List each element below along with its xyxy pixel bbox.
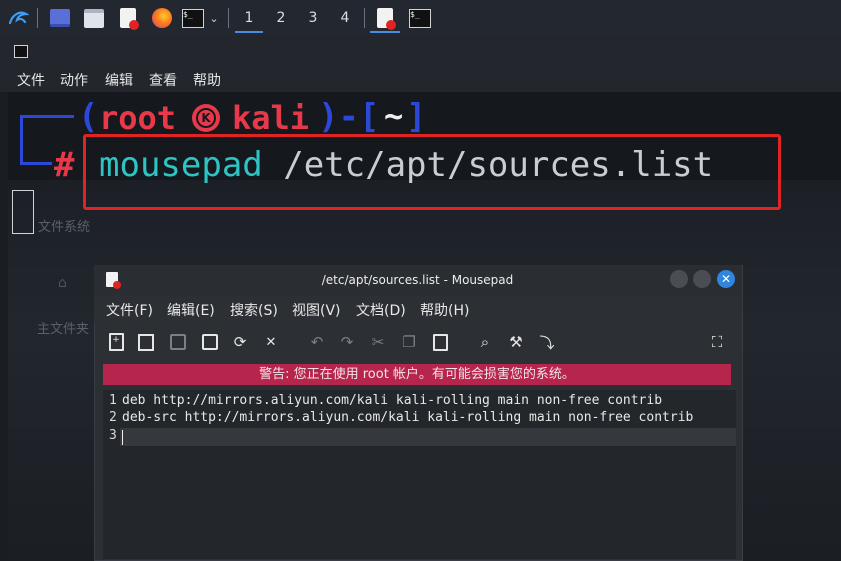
- close-button[interactable]: ✕: [717, 270, 735, 288]
- root-warning-banner: 警告: 您正在使用 root 帐户。有可能会损害您的系统。: [103, 364, 731, 385]
- reload-icon[interactable]: ⟳: [230, 332, 250, 352]
- close-document-icon[interactable]: ✕: [261, 332, 281, 352]
- code-line: deb-src http://mirrors.aliyun.com/kali k…: [122, 410, 694, 425]
- prompt-bracket-close: ]: [406, 97, 427, 137]
- current-line-highlight: [120, 428, 736, 446]
- menu-document[interactable]: 文档(D): [356, 300, 406, 320]
- terminal-active-icon[interactable]: $_: [405, 5, 435, 31]
- terminal-menu-help[interactable]: 帮助: [193, 70, 221, 90]
- menu-view[interactable]: 视图(V): [292, 300, 341, 320]
- prompt-dir: ~: [384, 97, 404, 135]
- terminal-titlebar[interactable]: [0, 36, 841, 66]
- line-number: 3: [109, 428, 117, 443]
- menu-help[interactable]: 帮助(H): [420, 300, 469, 320]
- prompt-bracket-top: [20, 115, 74, 118]
- terminal-menu-file[interactable]: 文件: [17, 70, 45, 90]
- new-document-icon[interactable]: +: [106, 332, 126, 352]
- code-line: deb http://mirrors.aliyun.com/kali kali-…: [122, 393, 663, 408]
- line-number: 1: [109, 393, 117, 408]
- menu-edit[interactable]: 编辑(E): [167, 300, 215, 320]
- text-editor-icon[interactable]: [114, 5, 142, 31]
- maximize-button[interactable]: [693, 270, 711, 288]
- mousepad-active-icon[interactable]: [370, 5, 400, 33]
- save-icon[interactable]: [168, 332, 188, 352]
- line-number: 2: [109, 410, 117, 425]
- mousepad-titlebar[interactable]: /etc/apt/sources.list - Mousepad: [94, 265, 741, 295]
- terminal-menu-edit[interactable]: 编辑: [105, 70, 133, 90]
- redo-icon[interactable]: ↷: [337, 332, 357, 352]
- terminal-menu-action[interactable]: 动作: [60, 70, 88, 90]
- prompt-bracket-bottom: [20, 162, 52, 165]
- home-icon: ⌂: [58, 275, 67, 291]
- workspace-2[interactable]: 2: [267, 5, 295, 31]
- mousepad-title: /etc/apt/sources.list - Mousepad: [321, 273, 514, 287]
- new-window-icon[interactable]: [136, 332, 156, 352]
- file-manager-icon[interactable]: [80, 5, 108, 31]
- paste-icon[interactable]: [430, 332, 450, 352]
- kali-dragon-icon[interactable]: [4, 5, 32, 31]
- save-as-icon[interactable]: [200, 332, 220, 352]
- prompt-bracket-left: [20, 115, 23, 165]
- terminal-window-icon: [14, 45, 28, 58]
- cut-icon[interactable]: ✂: [368, 332, 388, 352]
- undo-icon[interactable]: ↶: [307, 332, 327, 352]
- workspace-1[interactable]: 1: [235, 5, 263, 33]
- workspace-4[interactable]: 4: [331, 5, 359, 31]
- desktop-label-home: 主文件夹: [37, 322, 90, 337]
- taskbar: $_ ⌄ 1 2 3 4 $_: [0, 0, 841, 36]
- search-icon[interactable]: ⌕: [475, 332, 495, 352]
- chevron-down-icon[interactable]: ⌄: [206, 5, 222, 31]
- command-highlight-box: [83, 134, 781, 210]
- prompt-user: root: [99, 99, 177, 137]
- kali-logo-icon: K: [192, 104, 220, 132]
- minimize-button[interactable]: [670, 270, 688, 288]
- desktop-icon[interactable]: [46, 5, 74, 31]
- workspace-3[interactable]: 3: [299, 5, 327, 31]
- go-to-line-icon[interactable]: ⤵: [537, 332, 557, 352]
- menu-file[interactable]: 文件(F): [106, 300, 153, 320]
- cursor-block: [12, 190, 34, 234]
- desktop-label-filesystem: 文件系统: [38, 220, 91, 235]
- prompt-paren-open: (: [78, 97, 99, 137]
- search-replace-icon[interactable]: ⚒: [506, 332, 526, 352]
- prompt-paren-close: )-[: [318, 97, 380, 137]
- terminal-menu-view[interactable]: 查看: [149, 70, 177, 90]
- copy-icon[interactable]: ❐: [399, 332, 419, 352]
- menu-search[interactable]: 搜索(S): [230, 300, 278, 320]
- fullscreen-icon[interactable]: ⛶: [707, 332, 727, 352]
- prompt-host: kali: [232, 99, 310, 137]
- terminal-icon[interactable]: $_: [181, 5, 205, 31]
- firefox-icon[interactable]: [148, 5, 176, 31]
- prompt-symbol: #: [54, 145, 75, 185]
- text-cursor: [122, 430, 123, 445]
